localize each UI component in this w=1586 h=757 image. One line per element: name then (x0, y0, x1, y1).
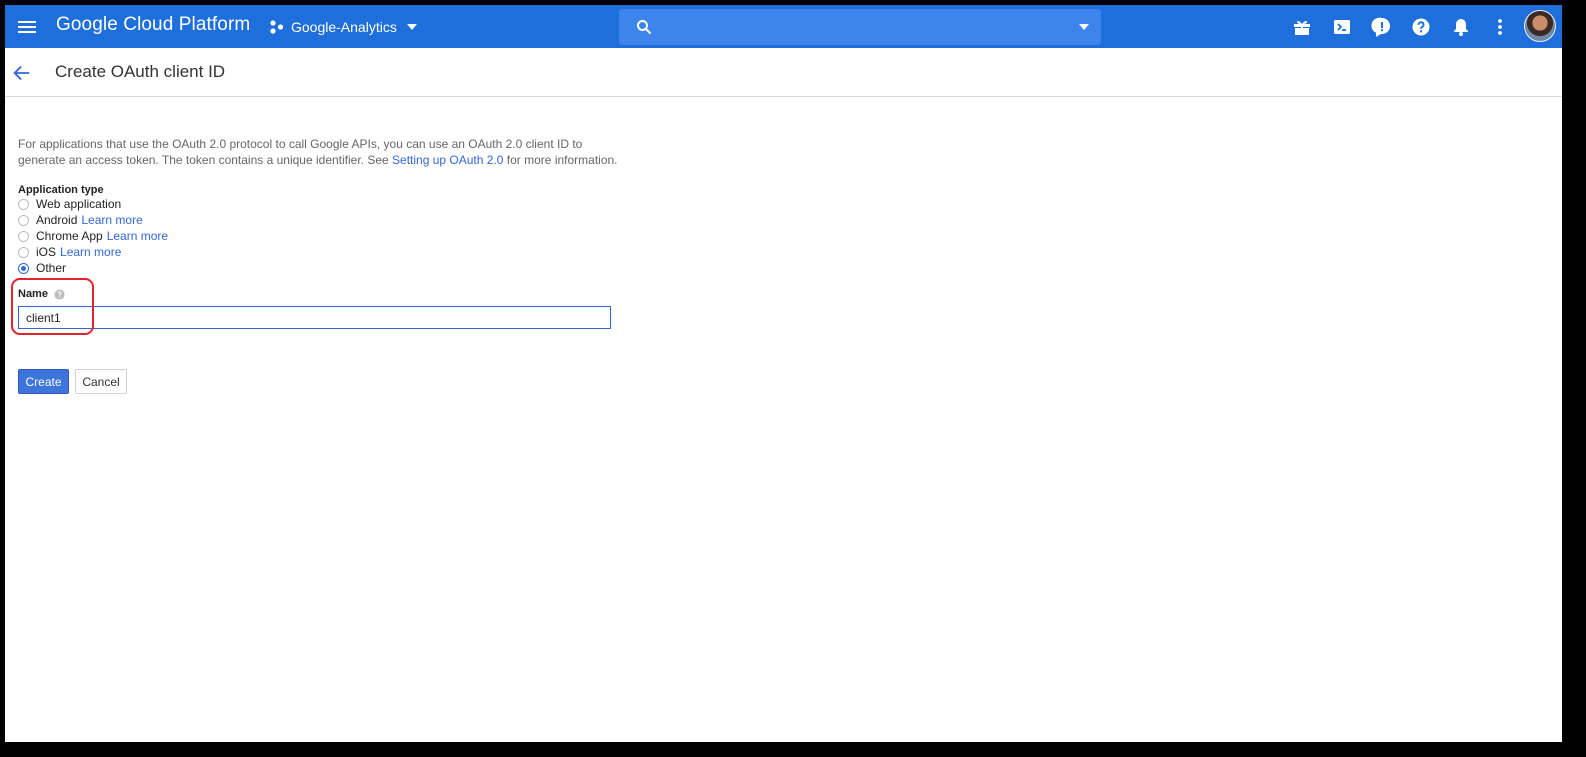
radio-web-application[interactable]: Web application (18, 196, 121, 212)
description-line-2: generate an access token. The token cont… (18, 152, 638, 168)
project-selector[interactable]: Google-Analytics (269, 13, 419, 41)
application-type-label: Application type (18, 184, 104, 196)
search-icon (637, 20, 652, 35)
radio-label: Chrome App (36, 229, 103, 243)
radio-button[interactable] (18, 198, 29, 210)
search-bar[interactable] (619, 9, 1101, 45)
radio-chrome-app[interactable]: Chrome App Learn more (18, 228, 168, 244)
avatar[interactable] (1524, 10, 1556, 42)
name-label-text: Name (18, 288, 48, 300)
page-frame: Google Cloud Platform Google-Analytics C… (5, 5, 1562, 742)
name-input[interactable] (18, 306, 611, 329)
radio-button[interactable] (18, 246, 29, 258)
chevron-down-icon (406, 24, 417, 30)
radio-other[interactable]: Other (18, 260, 66, 276)
oauth-form: For applications that use the OAuth 2.0 … (11, 136, 638, 394)
radio-button[interactable] (18, 214, 29, 226)
feedback-icon[interactable] (1370, 15, 1394, 39)
description-text: generate an access token. The token cont… (18, 153, 393, 167)
cloud-shell-icon[interactable] (1330, 15, 1354, 39)
cancel-button[interactable]: Cancel (75, 369, 127, 394)
gift-icon[interactable] (1290, 15, 1314, 39)
more-vert-icon[interactable] (1488, 15, 1512, 39)
menu-icon[interactable] (15, 15, 39, 39)
notifications-icon[interactable] (1449, 15, 1473, 39)
learn-more-link[interactable]: Learn more (81, 213, 142, 227)
radio-label: iOS (36, 245, 57, 259)
radio-label: Web application (36, 197, 122, 211)
description-suffix: for more information. (503, 153, 618, 167)
page-title: Create OAuth client ID (55, 62, 226, 81)
form-description: For applications that use the OAuth 2.0 … (18, 136, 638, 168)
radio-button[interactable] (18, 230, 29, 242)
page-header: Create OAuth client ID (5, 48, 1562, 97)
help-circle-icon[interactable] (54, 288, 65, 300)
description-line-1: For applications that use the OAuth 2.0 … (18, 137, 583, 151)
learn-more-link[interactable]: Learn more (60, 245, 121, 259)
radio-label: Other (36, 261, 67, 275)
project-dots-icon (270, 20, 284, 34)
name-label: Name (18, 288, 65, 300)
create-button[interactable]: Create (18, 369, 69, 394)
radio-button-selected[interactable] (18, 262, 29, 274)
setting-up-oauth-link[interactable]: Setting up OAuth 2.0 (392, 153, 503, 167)
search-dropdown-icon[interactable] (1077, 20, 1091, 34)
brand-title[interactable]: Google Cloud Platform (56, 14, 250, 36)
radio-android[interactable]: Android Learn more (18, 212, 143, 228)
radio-ios[interactable]: iOS Learn more (18, 244, 121, 260)
back-arrow-icon[interactable] (11, 62, 33, 84)
app-bar: Google Cloud Platform Google-Analytics (5, 5, 1562, 48)
help-icon[interactable] (1409, 15, 1433, 39)
radio-label: Android (36, 213, 78, 227)
learn-more-link[interactable]: Learn more (107, 229, 168, 243)
project-name: Google-Analytics (291, 19, 397, 35)
